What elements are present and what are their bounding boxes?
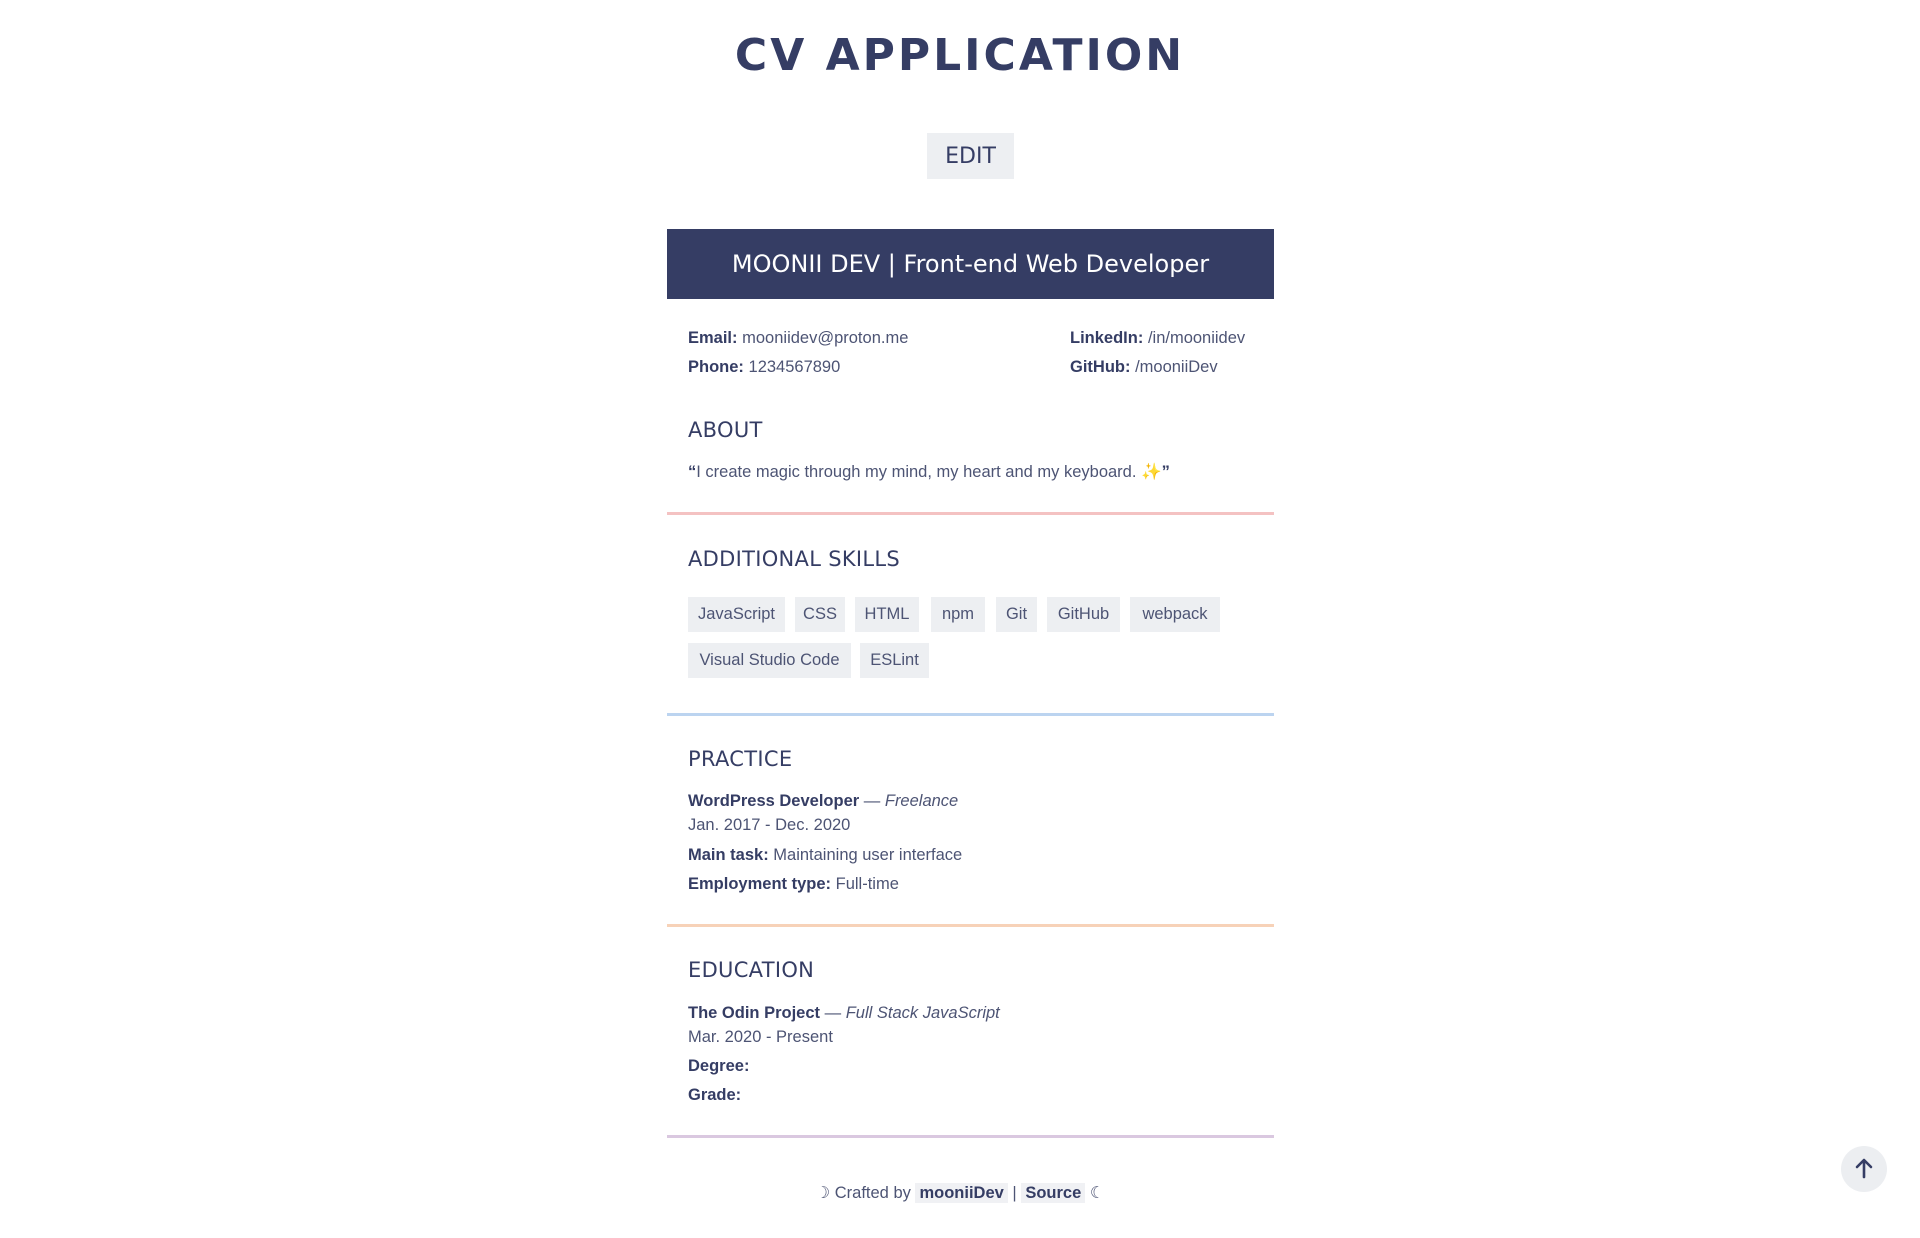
about-text: “I create magic through my mind, my hear…: [688, 463, 1170, 482]
skill-chip: Git: [996, 597, 1037, 632]
type-value: Full-time: [835, 875, 899, 893]
skill-chip: Visual Studio Code: [688, 643, 851, 678]
github-label: GitHub:: [1070, 358, 1131, 376]
education-degree: Degree:: [688, 1057, 749, 1076]
practice-title: WordPress Developer — Freelance: [688, 792, 958, 811]
education-heading: EDUCATION: [688, 958, 815, 982]
quote-open: “: [688, 463, 697, 481]
about-divider: [667, 512, 1274, 515]
practice-company: Freelance: [884, 792, 959, 810]
email-label: Email:: [688, 329, 738, 347]
grade-label: Grade:: [688, 1086, 742, 1104]
practice-divider: [667, 924, 1274, 927]
page: CV APPLICATION EDIT MOONII DEV | Front-e…: [0, 0, 1920, 1238]
practice-heading: PRACTICE: [688, 747, 793, 771]
skill-chip: HTML: [855, 597, 919, 632]
scroll-top-button[interactable]: [1841, 1146, 1887, 1192]
email-value: mooniidev@proton.me: [742, 329, 909, 347]
task-label: Main task:: [688, 846, 769, 864]
edit-button[interactable]: EDIT: [927, 133, 1014, 179]
contact-github: GitHub: /mooniiDev: [1070, 358, 1218, 377]
quote-close: ”: [1161, 463, 1170, 481]
arrow-up-icon: [1854, 1157, 1874, 1182]
contact-phone: Phone: 1234567890: [688, 358, 840, 377]
skill-chip: JavaScript: [688, 597, 785, 632]
practice-sep: —: [859, 792, 885, 810]
education-title: The Odin Project — Full Stack JavaScript: [688, 1004, 1000, 1023]
skills-heading: ADDITIONAL SKILLS: [688, 547, 901, 571]
practice-role: WordPress Developer: [688, 792, 860, 810]
sparkles-icon: ✨: [1141, 463, 1162, 481]
about-heading: ABOUT: [688, 418, 763, 442]
contact-email: Email: mooniidev@proton.me: [688, 329, 908, 348]
skill-chip: npm: [931, 597, 985, 632]
type-label: Employment type:: [688, 875, 832, 893]
education-grade: Grade:: [688, 1086, 741, 1105]
moon-right-icon: ☾: [1089, 1184, 1105, 1202]
about-quote: I create magic through my mind, my heart…: [696, 463, 1142, 481]
education-divider: [667, 1135, 1274, 1138]
skill-chip: GitHub: [1047, 597, 1120, 632]
github-value: /mooniiDev: [1135, 358, 1218, 376]
task-value: Maintaining user interface: [773, 846, 963, 864]
degree-label: Degree:: [688, 1057, 750, 1075]
education-school: The Odin Project: [688, 1004, 821, 1022]
footer-separator: |: [1012, 1184, 1017, 1202]
practice-type: Employment type: Full-time: [688, 875, 899, 894]
skill-chip: webpack: [1130, 597, 1220, 632]
footer: ☽ Crafted by mooniiDev | Source ☾: [0, 1183, 1920, 1203]
page-title-text: CV APPLICATION: [734, 30, 1186, 81]
phone-label: Phone:: [688, 358, 744, 376]
skill-chip: ESLint: [860, 643, 929, 678]
moon-left-icon: ☽: [815, 1184, 831, 1202]
cv-preview: MOONII DEV | Front-end Web Developer: [667, 229, 1274, 299]
practice-dates: Jan. 2017 - Dec. 2020: [688, 816, 851, 834]
contact-linkedin: LinkedIn: /in/mooniidev: [1070, 329, 1245, 348]
author-link[interactable]: mooniiDev: [915, 1183, 1008, 1203]
phone-value: 1234567890: [748, 358, 841, 376]
practice-task: Main task: Maintaining user interface: [688, 846, 962, 865]
page-title: CV APPLICATION: [709, 30, 1211, 83]
skills-divider: [667, 713, 1274, 716]
linkedin-value: /in/mooniidev: [1147, 329, 1246, 347]
education-sep: —: [820, 1004, 846, 1022]
cv-header: MOONII DEV | Front-end Web Developer: [667, 229, 1274, 299]
source-link[interactable]: Source: [1021, 1183, 1086, 1203]
linkedin-label: LinkedIn:: [1070, 329, 1144, 347]
crafted-by-text: Crafted by: [834, 1184, 911, 1202]
title-wrap: CV APPLICATION: [0, 30, 1920, 83]
skill-chip: CSS: [795, 597, 845, 632]
education-dates: Mar. 2020 - Present: [688, 1028, 833, 1046]
education-program: Full Stack JavaScript: [845, 1004, 1000, 1022]
